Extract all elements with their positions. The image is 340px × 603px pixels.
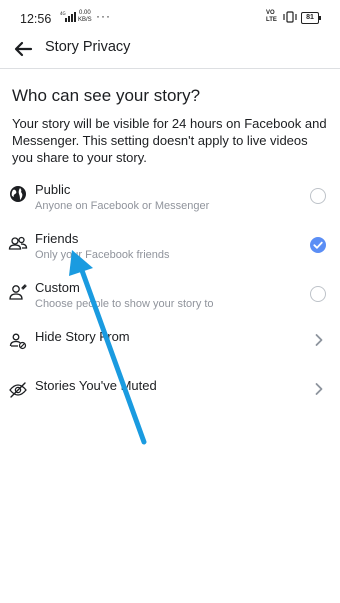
option-friends[interactable]: Friends Only your Facebook friends xyxy=(0,231,340,277)
radio-button[interactable] xyxy=(310,188,326,204)
option-custom[interactable]: Custom Choose people to show your story … xyxy=(0,280,340,326)
option-subtitle: Anyone on Facebook or Messenger xyxy=(35,200,210,212)
option-subtitle: Only your Facebook friends xyxy=(35,249,170,261)
volte-indicator: VO LTE xyxy=(266,10,277,24)
more-notifications-icon: ··· xyxy=(96,9,111,23)
section-description: Your story will be visible for 24 hours … xyxy=(12,116,327,165)
option-public[interactable]: Public Anyone on Facebook or Messenger xyxy=(0,182,340,228)
hide-people-icon xyxy=(8,331,28,351)
status-time: 12:56 xyxy=(20,12,52,26)
option-label: Public xyxy=(35,182,71,197)
arrow-left-icon[interactable] xyxy=(12,38,34,60)
chevron-right-icon xyxy=(314,333,324,347)
option-label: Friends xyxy=(35,231,79,246)
section-heading: Who can see your story? xyxy=(12,86,201,105)
option-subtitle: Choose people to show your story to xyxy=(35,298,214,310)
link-label: Hide Story From xyxy=(35,329,130,344)
globe-icon xyxy=(8,184,28,204)
custom-person-icon xyxy=(8,282,28,302)
network-speed: 0.00 KB/S xyxy=(78,10,92,24)
vibrate-icon xyxy=(282,11,298,26)
eye-slash-icon xyxy=(8,380,28,400)
network-speed-value: 0.00 xyxy=(79,10,91,16)
battery-icon: 81 xyxy=(301,12,321,24)
network-speed-unit: KB/S xyxy=(78,17,92,23)
radio-button[interactable] xyxy=(310,286,326,302)
hide-story-from-row[interactable]: Hide Story From xyxy=(0,329,340,375)
radio-button-selected[interactable] xyxy=(310,237,326,253)
option-label: Custom xyxy=(35,280,80,295)
volte-bottom: LTE xyxy=(266,17,277,23)
checkmark-icon xyxy=(313,241,323,249)
network-type: 4G xyxy=(60,11,66,16)
page-title: Story Privacy xyxy=(45,39,131,55)
cellular-signal-icon: 4G xyxy=(60,11,76,25)
volte-top: VO xyxy=(266,10,275,16)
friends-icon xyxy=(8,233,28,253)
chevron-right-icon xyxy=(314,382,324,396)
stories-muted-row[interactable]: Stories You've Muted xyxy=(0,378,340,424)
status-bar: 12:56 4G 0.00 KB/S ··· VO LTE 81 xyxy=(0,0,340,36)
app-bar: Story Privacy xyxy=(0,36,340,69)
link-label: Stories You've Muted xyxy=(35,378,157,393)
